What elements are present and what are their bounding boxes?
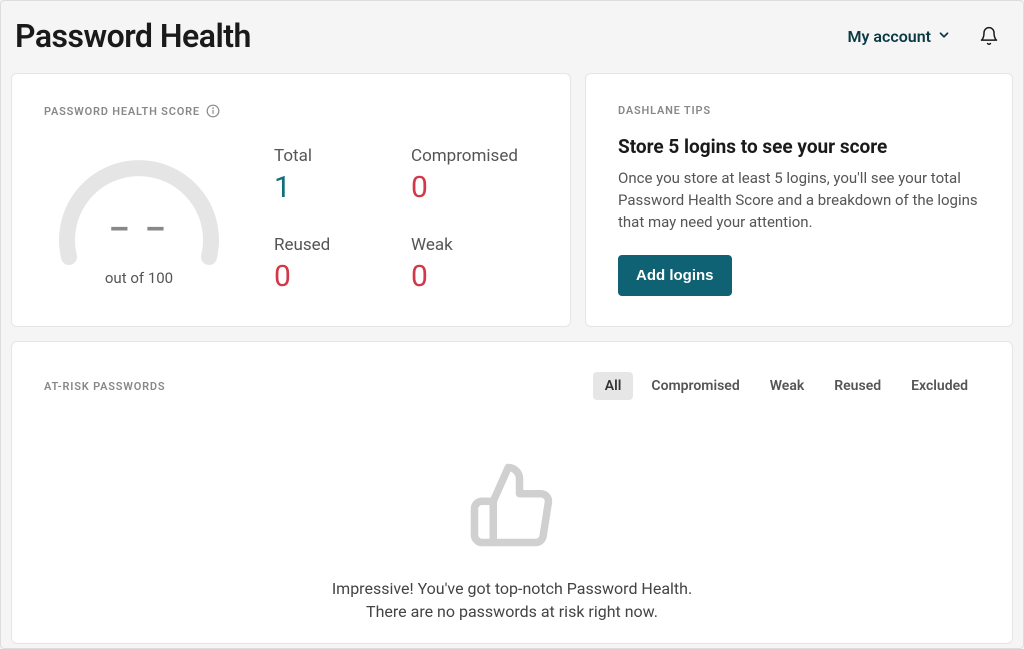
add-logins-button[interactable]: Add logins — [618, 255, 732, 296]
score-gauge: – – — [44, 132, 234, 267]
score-sub: out of 100 — [105, 269, 173, 287]
tab-weak[interactable]: Weak — [758, 372, 817, 400]
page-title: Password Health — [15, 17, 251, 55]
stat-value: 0 — [411, 170, 538, 205]
stat-weak[interactable]: Weak 0 — [411, 235, 538, 294]
stat-value: 0 — [411, 259, 538, 294]
stat-compromised[interactable]: Compromised 0 — [411, 146, 538, 205]
score-value: – – — [44, 210, 234, 248]
empty-line-1: Impressive! You've got top-notch Passwor… — [332, 578, 692, 600]
risk-card: AT-RISK PASSWORDS All Compromised Weak R… — [11, 341, 1013, 644]
empty-line-2: There are no passwords at risk right now… — [332, 601, 692, 623]
stat-total[interactable]: Total 1 — [274, 146, 401, 205]
tab-reused[interactable]: Reused — [822, 372, 893, 400]
tab-excluded[interactable]: Excluded — [899, 372, 980, 400]
bell-icon[interactable] — [979, 26, 999, 46]
score-label: PASSWORD HEALTH SCORE — [44, 105, 200, 118]
thumbsup-icon — [467, 460, 557, 550]
account-dropdown[interactable]: My account — [848, 27, 952, 46]
stat-value: 1 — [274, 170, 401, 205]
tips-card: DASHLANE TIPS Store 5 logins to see your… — [585, 73, 1013, 327]
stat-label: Weak — [411, 235, 538, 255]
stat-value: 0 — [274, 259, 401, 294]
tips-label: DASHLANE TIPS — [618, 104, 980, 117]
tips-body: Once you store at least 5 logins, you'll… — [618, 168, 980, 233]
tab-all[interactable]: All — [593, 372, 634, 400]
risk-tabs: All Compromised Weak Reused Excluded — [593, 372, 980, 400]
tips-title: Store 5 logins to see your score — [618, 135, 980, 158]
stat-label: Reused — [274, 235, 401, 255]
account-label: My account — [848, 27, 932, 46]
stat-label: Compromised — [411, 146, 538, 166]
risk-label: AT-RISK PASSWORDS — [44, 380, 165, 393]
score-card: PASSWORD HEALTH SCORE – – out of 100 — [11, 73, 571, 327]
tab-compromised[interactable]: Compromised — [639, 372, 751, 400]
info-icon[interactable] — [206, 104, 220, 118]
chevron-down-icon — [937, 27, 951, 46]
stat-label: Total — [274, 146, 401, 166]
stat-reused[interactable]: Reused 0 — [274, 235, 401, 294]
